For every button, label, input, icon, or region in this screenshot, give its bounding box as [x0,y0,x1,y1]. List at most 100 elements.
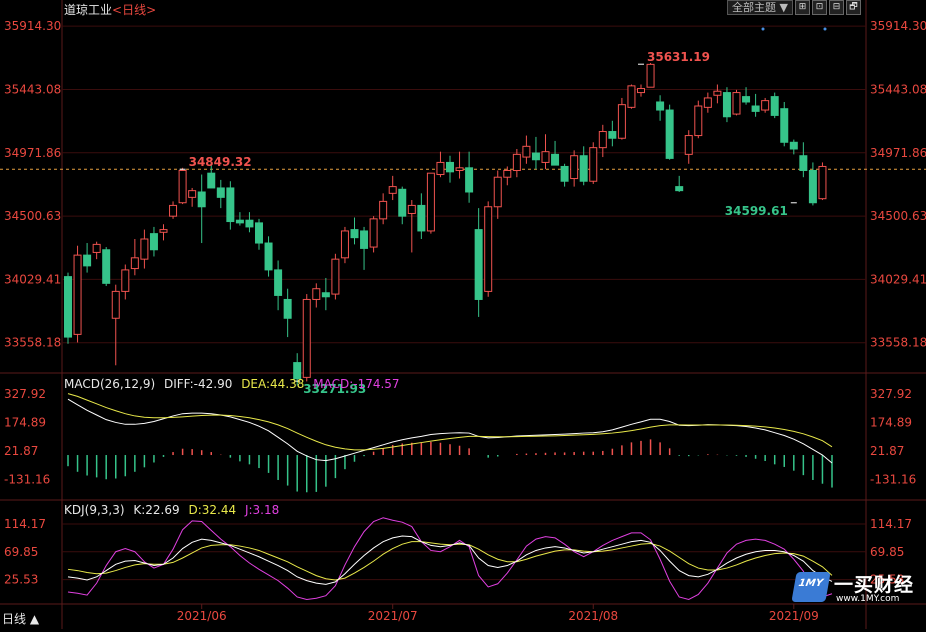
y-tick-label-right: 35443.08 [870,82,926,96]
candle-body [379,200,388,220]
x-tick-label: 2021/09 [769,609,819,623]
candle-body [369,218,378,248]
chart-header: 道琼工业<日线> [64,1,156,18]
watermark-logo: 1MY 一买财经 www.1MY.com [791,568,924,608]
candle-body [159,229,168,233]
candle-body [83,254,92,267]
candle-body [235,219,244,224]
macd-y-tick-right: -131.16 [870,472,916,486]
macd-title-bar: MACD(26,12,9) DIFF:-42.90 DEA:44.38 MACD… [64,377,405,391]
candle-body [331,258,340,295]
y-tick-label-right: 35914.30 [870,19,926,33]
candle-body [446,161,454,173]
extreme-label: 34849.32 [189,155,252,169]
candle-body [522,145,531,158]
chevron-down-icon: ▼ [779,1,788,14]
candle-body [92,243,101,253]
candle-body [531,152,540,161]
candle-body [722,92,731,118]
candle-body [102,249,111,284]
candle-body [216,187,225,198]
candle-body [780,108,789,143]
period-tab[interactable]: 日线 ▲ [2,610,39,627]
candle-body [121,269,130,292]
kdj-legend-j: J:3.18 [244,503,280,517]
candle-body [732,92,741,115]
candle-body [608,131,617,139]
candle-body [226,187,235,223]
kdj-title-bar: KDJ(9,3,3) K:22.69 D:32.44 J:3.18 [64,503,284,517]
candle-body [703,97,712,108]
candle-body [665,109,674,159]
x-tick-label: 2021/08 [568,609,618,623]
x-tick-label: 2021/07 [368,609,418,623]
candle-body [751,105,760,112]
candle-body [130,257,139,270]
theme-select-label: 全部主题 [732,1,776,14]
macd-legend-dea: DEA:44.38 [241,377,305,391]
period-label[interactable]: <日线> [112,3,156,17]
extreme-label: 34599.61 [725,204,788,218]
candle-body [207,172,216,189]
candle-body [646,63,655,88]
extreme-label: 35631.19 [647,50,710,64]
event-marker [761,27,765,31]
kdj-d-line [67,541,833,581]
candle-body [589,147,598,182]
kdj-y-tick-left: 69.85 [4,545,38,559]
macd-y-tick-left: 21.87 [4,444,38,458]
candle-body [474,229,483,300]
logo-mark: 1MY [791,572,831,602]
grid-layout-icon[interactable]: ⊞ [794,0,810,15]
candle-body [617,104,626,139]
kdj-legend-k: K:22.69 [133,503,180,517]
candle-body [255,222,263,244]
chart-canvas: 35914.30 35914.30 35443.08 35443.08 34971.86… [0,0,926,629]
kdj-y-tick-left: 25.53 [4,573,38,587]
candle-body [656,101,665,111]
candle-body [302,298,311,378]
split-layout-icon[interactable]: ⊟ [828,0,844,15]
candle-body [340,230,349,259]
kdj-y-tick-right: 114.17 [870,517,912,531]
candle-body [436,161,445,176]
candle-body [350,229,359,239]
y-tick-label-left: 33558.18 [4,336,61,350]
instrument-title: 道琼工业 [64,3,113,17]
candle-body [484,206,493,292]
candle-body [570,155,579,180]
x-tick-label: 2021/06 [177,609,227,623]
y-tick-label-left: 35443.08 [4,82,61,96]
theme-select[interactable]: 全部主题 ▼ [727,0,793,15]
kdj-k-line [67,535,833,585]
candle-body [426,172,435,232]
y-tick-label-right: 34971.86 [870,146,926,160]
y-tick-label-left: 34029.41 [4,272,61,286]
candle-body [493,176,502,208]
candle-body [808,169,817,204]
logo-brand: 一买财经 [834,574,915,596]
kdj-j-line [67,517,833,601]
candle-body [64,276,72,338]
restore-window-icon[interactable]: 🗗 [845,0,861,15]
candle-body [560,165,569,182]
single-layout-icon[interactable]: ⊡ [811,0,827,15]
candle-body [598,131,607,149]
candle-body [551,153,560,166]
candle-body [149,233,158,251]
candle-body [312,288,321,300]
candle-body [579,155,588,182]
candle-body [398,188,407,217]
candle-body [465,167,474,193]
macd-y-tick-left: 327.92 [4,387,46,401]
macd-y-tick-left: -131.16 [4,472,50,486]
candle-body [684,135,693,155]
candle-body [169,204,178,217]
kdj-legend-d: D:32.44 [188,503,237,517]
candle-body [761,100,770,111]
candle-body [188,190,197,198]
candle-body [360,230,369,249]
y-tick-label-right: 34500.63 [870,209,926,223]
chart-stage: 35914.30 35914.30 35443.08 35443.08 34971.86… [0,0,926,629]
candle-body [264,242,273,271]
